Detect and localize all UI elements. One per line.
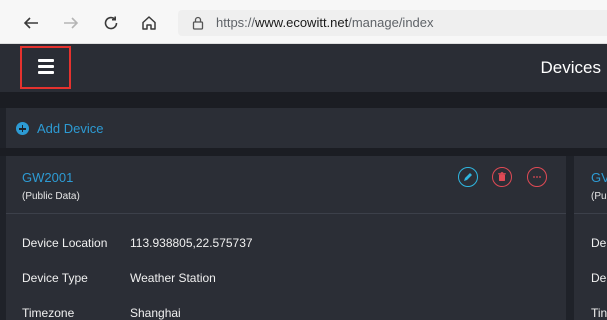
url-host: www.ecowitt.net [255, 15, 349, 30]
url-text: https://www.ecowitt.net/manage/index [216, 15, 434, 30]
add-device-label: Add Device [37, 121, 104, 136]
back-arrow-icon[interactable] [20, 12, 42, 34]
info-value: 113.938805,22.575737 [130, 236, 253, 250]
app-header [0, 44, 607, 92]
address-bar[interactable]: https://www.ecowitt.net/manage/index [178, 10, 607, 36]
device-card-partial: GV (Pu De De Tin [574, 156, 607, 320]
info-value: Shanghai [130, 306, 181, 320]
device-card: GW2001 (Public Data) Device Location 113… [6, 156, 566, 320]
device-subtitle: (Public Data) [22, 191, 80, 202]
add-device-button[interactable]: Add Device [16, 121, 103, 136]
info-label: De [591, 236, 607, 250]
lock-icon[interactable] [192, 16, 204, 35]
divider [0, 92, 607, 108]
url-prefix: https:// [216, 15, 256, 30]
info-label: Device Type [22, 271, 88, 285]
edit-button[interactable] [458, 167, 478, 187]
info-label: Timezone [22, 306, 75, 320]
ellipsis-icon [533, 176, 541, 178]
device-card-header: GW2001 (Public Data) [6, 156, 566, 214]
more-options-button[interactable] [527, 167, 547, 187]
browser-toolbar: https://www.ecowitt.net/manage/index [0, 0, 607, 44]
info-label: De [591, 271, 607, 285]
hamburger-menu-button[interactable] [20, 46, 71, 89]
forward-arrow-icon[interactable] [60, 12, 82, 34]
device-subtitle: (Pu [591, 191, 607, 202]
delete-button[interactable] [492, 167, 512, 187]
refresh-icon[interactable] [100, 12, 122, 34]
info-value: Weather Station [130, 271, 216, 285]
url-path: /manage/index [348, 15, 434, 30]
device-name-link[interactable]: GW2001 [22, 170, 73, 185]
device-card-header: GV (Pu [574, 156, 607, 214]
pencil-icon [464, 173, 472, 181]
plus-circle-icon [16, 122, 29, 135]
divider [0, 148, 607, 156]
info-label: Device Location [22, 236, 108, 250]
page-title: Devices [540, 58, 601, 77]
trash-icon [498, 172, 506, 181]
device-name-link[interactable]: GV [591, 170, 607, 185]
info-label: Tin [591, 306, 607, 320]
hamburger-icon [38, 59, 54, 77]
home-icon[interactable] [138, 12, 160, 34]
